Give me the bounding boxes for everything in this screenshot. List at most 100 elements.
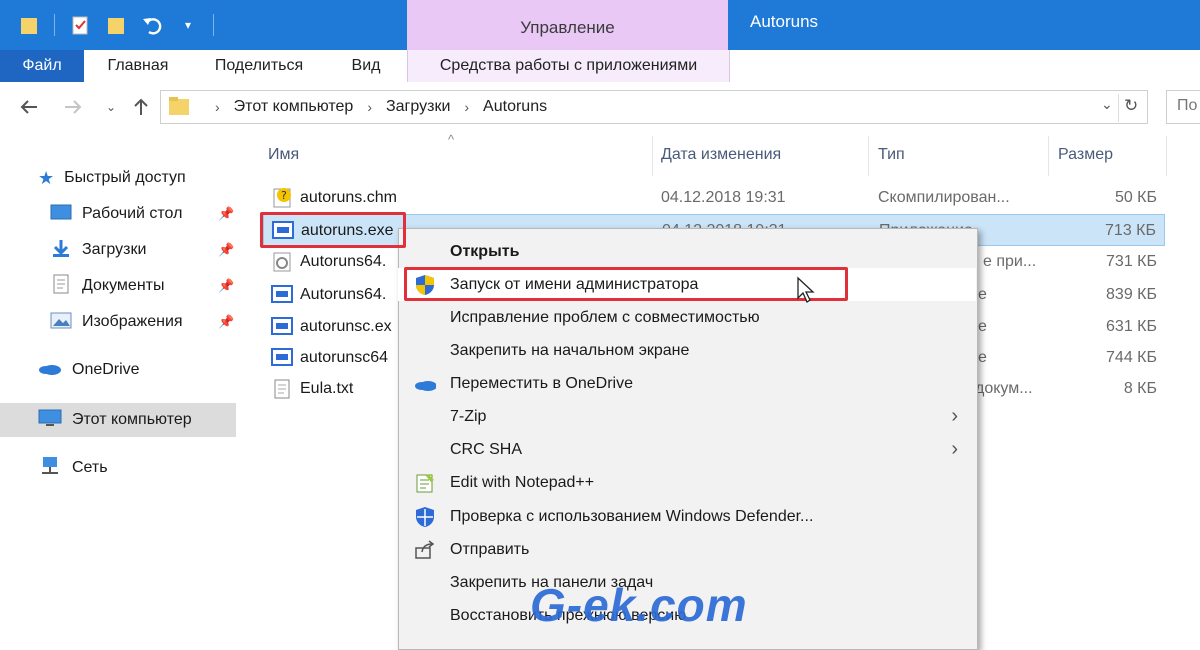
new-folder-icon[interactable]: [105, 14, 127, 36]
file-size: 744 КБ: [1106, 349, 1157, 366]
tab-file[interactable]: Файл: [0, 50, 84, 82]
mouse-cursor-icon: [796, 276, 816, 309]
menu-item-pin-to-start[interactable]: Закрепить на начальном экране: [398, 334, 976, 367]
help-file-icon: ?: [271, 187, 293, 209]
column-header-name[interactable]: Имя: [268, 146, 299, 164]
notepad-icon: [414, 472, 436, 494]
nav-network[interactable]: Сеть: [38, 454, 108, 482]
menu-item-edit-notepadpp[interactable]: Edit with Notepad++: [398, 466, 976, 499]
star-icon: ★: [38, 167, 55, 188]
file-name: autorunsc.ex: [300, 318, 392, 335]
column-divider[interactable]: [652, 136, 653, 176]
menu-item-7zip[interactable]: 7-Zip ›: [398, 400, 976, 433]
nav-item-desktop[interactable]: Рабочий стол: [50, 200, 182, 228]
breadcrumb: › Этот компьютер › Загрузки › Autoruns: [215, 98, 547, 116]
nav-item-label: Рабочий стол: [82, 205, 183, 222]
column-divider[interactable]: [1166, 136, 1167, 176]
toolbar-separator: [213, 14, 214, 36]
nav-quick-access[interactable]: ★ Быстрый доступ: [38, 164, 186, 192]
nav-item-downloads[interactable]: Загрузки: [50, 236, 146, 264]
tab-view[interactable]: Вид: [330, 50, 402, 82]
address-dropdown-icon[interactable]: ⌄: [1101, 96, 1113, 113]
pin-icon[interactable]: 📌: [218, 242, 234, 258]
nav-item-label: Загрузки: [82, 241, 147, 258]
up-arrow-icon[interactable]: [130, 96, 152, 118]
column-header-date[interactable]: Дата изменения: [661, 146, 781, 164]
menu-item-share[interactable]: Отправить: [398, 533, 976, 566]
column-header-type[interactable]: Тип: [878, 146, 905, 164]
documents-icon: [50, 274, 72, 299]
menu-item-label: Переместить в OneDrive: [450, 374, 633, 392]
watermark-logo: G-ek.com: [530, 579, 748, 631]
chevron-right-icon: ›: [951, 438, 958, 460]
file-size: 713 КБ: [1105, 222, 1156, 239]
file-type: докум...: [975, 380, 1033, 397]
menu-item-troubleshoot-compatibility[interactable]: Исправление проблем с совместимостью: [398, 301, 976, 334]
menu-item-crc-sha[interactable]: CRC SHA ›: [398, 433, 976, 466]
pin-icon[interactable]: 📌: [218, 278, 234, 294]
desktop-icon: [50, 203, 72, 226]
downloads-icon: [50, 238, 72, 263]
column-divider[interactable]: [868, 136, 869, 176]
file-type: Скомпилирован...: [878, 189, 1010, 206]
breadcrumb-chevron-icon[interactable]: ›: [215, 99, 220, 115]
window-title: Autoruns: [750, 12, 819, 31]
file-type: е: [978, 349, 987, 366]
nav-this-pc-label: Этот компьютер: [72, 411, 192, 428]
onedrive-icon: [38, 360, 62, 381]
folder-icon[interactable]: [18, 14, 40, 36]
menu-item-label: CRC SHA: [450, 440, 523, 458]
nav-quick-access-label: Быстрый доступ: [64, 169, 186, 186]
toolbar-separator: [54, 14, 55, 36]
menu-item-move-to-onedrive[interactable]: Переместить в OneDrive: [398, 367, 976, 400]
breadcrumb-autoruns[interactable]: Autoruns: [483, 98, 547, 116]
menu-item-windows-defender-scan[interactable]: Проверка с использованием Windows Defend…: [398, 500, 976, 533]
tab-application-tools[interactable]: Средства работы с приложениями: [407, 50, 730, 82]
column-header-size[interactable]: Размер: [1058, 146, 1113, 164]
sort-ascending-icon: ^: [448, 132, 455, 147]
exe-icon: [271, 284, 293, 306]
refresh-icon[interactable]: ↻: [1124, 96, 1138, 116]
file-type: е: [978, 318, 987, 335]
column-divider[interactable]: [1048, 136, 1049, 176]
file-size: 731 КБ: [1106, 253, 1157, 270]
file-name: autorunsc64: [300, 349, 389, 366]
breadcrumb-chevron-icon[interactable]: ›: [464, 99, 469, 115]
file-type: е при...: [983, 253, 1037, 270]
tab-share[interactable]: Поделиться: [196, 50, 322, 82]
chevron-right-icon: ›: [951, 405, 958, 427]
recent-locations-chevron-icon[interactable]: ⌄: [100, 96, 122, 118]
forward-arrow-icon[interactable]: [62, 96, 84, 118]
address-separator: [1118, 94, 1119, 122]
nav-onedrive[interactable]: OneDrive: [38, 356, 140, 384]
customize-toolbar-icon[interactable]: ▾: [177, 14, 199, 36]
search-input[interactable]: По: [1166, 90, 1200, 124]
file-size: 8 КБ: [1123, 380, 1157, 397]
menu-item-label: Открыть: [450, 242, 520, 260]
pin-icon[interactable]: 📌: [218, 314, 234, 330]
svg-text:?: ?: [281, 189, 287, 202]
breadcrumb-this-pc[interactable]: Этот компьютер: [234, 98, 354, 116]
properties-icon[interactable]: [69, 14, 91, 36]
file-name: Eula.txt: [300, 380, 354, 397]
menu-item-label: Закрепить на начальном экране: [450, 341, 690, 359]
nav-item-pictures[interactable]: Изображения: [50, 308, 183, 336]
computer-icon: [38, 408, 62, 433]
menu-item-open[interactable]: Открыть: [398, 235, 976, 268]
table-row[interactable]: ? autoruns.chm 04.12.2018 19:31 Скомпили…: [263, 182, 1165, 214]
file-name: Autoruns64.: [300, 253, 387, 270]
pin-icon[interactable]: 📌: [218, 206, 234, 222]
undo-icon[interactable]: [141, 14, 163, 36]
back-arrow-icon[interactable]: [18, 96, 40, 118]
share-icon: [414, 539, 436, 561]
nav-item-documents[interactable]: Документы: [50, 272, 164, 300]
breadcrumb-downloads[interactable]: Загрузки: [386, 98, 450, 116]
tab-home[interactable]: Главная: [90, 50, 186, 82]
menu-item-label: Проверка с использованием Windows Defend…: [450, 507, 814, 525]
nav-item-label: Изображения: [82, 313, 183, 330]
nav-this-pc[interactable]: Этот компьютер: [38, 406, 192, 434]
breadcrumb-chevron-icon[interactable]: ›: [367, 99, 372, 115]
context-tab-manage[interactable]: Управление: [407, 0, 728, 50]
dll-icon: [271, 251, 293, 273]
nav-onedrive-label: OneDrive: [72, 361, 140, 378]
